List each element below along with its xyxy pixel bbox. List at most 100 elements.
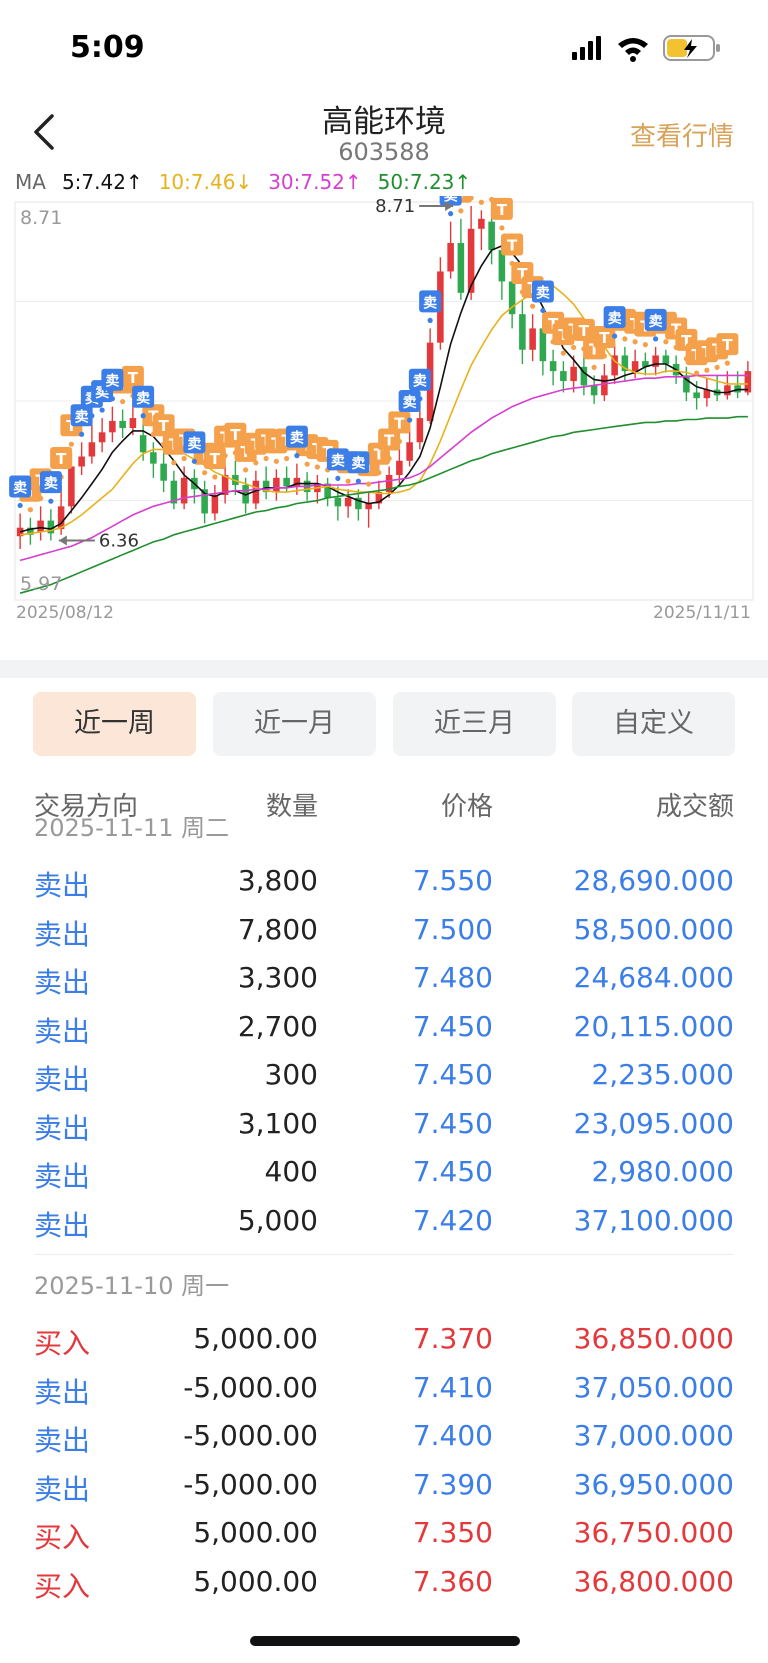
trade-row[interactable]: 卖出 -5,000.00 7.410 37,050.000 (0, 1371, 768, 1419)
candle-body (109, 420, 116, 433)
candle-body (139, 435, 147, 453)
tab-week[interactable]: 近一周 (33, 692, 196, 756)
sell-marker-icon: 卖 (39, 471, 62, 504)
battery-icon (663, 35, 720, 61)
status-bar: 5:09 (0, 0, 768, 90)
trade-amount: 24,684.000 (573, 961, 734, 994)
candle-body (549, 361, 557, 372)
svg-text:卖: 卖 (290, 430, 304, 447)
candle-body (396, 460, 403, 476)
trade-price: 7.450 (412, 1106, 493, 1140)
svg-text:T: T (159, 417, 170, 435)
svg-text:卖: 卖 (331, 452, 345, 469)
x-start-label: 2025/08/12 (16, 603, 114, 623)
tab-month[interactable]: 近一月 (213, 692, 376, 756)
candle-body (365, 503, 372, 510)
candle-body (334, 497, 342, 507)
y-max-label: 8.71 (20, 207, 62, 229)
candle-body (570, 366, 577, 382)
trade-price: 7.500 (412, 912, 493, 946)
candle-body (488, 221, 495, 251)
tab-custom[interactable]: 自定义 (572, 692, 735, 756)
tab-three-months[interactable]: 近三月 (393, 692, 556, 756)
candle-body (467, 228, 475, 293)
trade-qty: 7,800 (237, 912, 318, 946)
trade-row[interactable]: 卖出 2,700 7.450 20,115.000 (0, 1010, 768, 1058)
trade-price: 7.420 (412, 1203, 493, 1237)
sell-marker-icon: 卖 (531, 280, 554, 314)
t-marker-icon: T (716, 333, 739, 366)
trade-row[interactable]: 买入 5,000.00 7.350 36,750.000 (0, 1516, 768, 1564)
trade-price: 7.350 (412, 1516, 493, 1549)
ma-label: MA (15, 170, 46, 194)
candle-body (519, 314, 526, 350)
trade-direction: 买入 (34, 1569, 91, 1603)
svg-text:T: T (497, 201, 508, 219)
trade-row[interactable]: 卖出 3,100 7.450 23,095.000 (0, 1107, 768, 1155)
candle-body (88, 442, 96, 457)
trade-qty: -5,000.00 (183, 1467, 318, 1501)
trade-price: 7.450 (412, 1009, 493, 1043)
kline-chart[interactable]: TTTTTTTTTTTTTTTTTTTTTTTTTTTTTTTTTTTTTTTT… (0, 196, 768, 666)
trade-row[interactable]: 买入 5,000.00 7.370 36,850.000 (0, 1322, 768, 1370)
svg-text:卖: 卖 (351, 455, 365, 472)
trade-row[interactable]: 卖出 3,300 7.480 24,684.000 (0, 961, 768, 1009)
trade-direction: 卖出 (34, 1472, 91, 1506)
trade-direction: 卖出 (34, 1160, 91, 1193)
trade-qty: 2,700 (237, 1009, 318, 1043)
trade-qty: 5,000.00 (193, 1322, 318, 1355)
trade-price: 7.550 (412, 864, 493, 897)
trade-qty: 5,000.00 (193, 1564, 318, 1598)
candle-body (78, 456, 85, 467)
trade-row[interactable]: 卖出 400 7.450 2,980.000 (0, 1155, 768, 1203)
ma5-value: 5:7.42↑ (61, 170, 143, 194)
trade-amount: 20,115.000 (573, 1009, 734, 1043)
section-separator (0, 660, 768, 678)
candle-body (457, 243, 465, 293)
status-icons (572, 35, 720, 62)
high-price-label: 8.71 (375, 196, 415, 217)
candle-body (693, 392, 700, 399)
trade-qty: 400 (264, 1155, 318, 1188)
trade-amount: 2,235.000 (591, 1058, 734, 1091)
trade-amount: 37,000.000 (573, 1419, 734, 1452)
trade-row[interactable]: 卖出 300 7.450 2,235.000 (0, 1058, 768, 1106)
trade-amount: 36,800.000 (573, 1564, 734, 1598)
trade-price: 7.360 (412, 1564, 493, 1598)
group-divider (34, 1254, 734, 1255)
trade-qty: 300 (264, 1058, 318, 1091)
trade-price: 7.410 (412, 1370, 493, 1404)
trade-amount: 36,950.000 (573, 1467, 734, 1501)
candle-body (68, 466, 75, 507)
sell-marker-icon: 卖 (9, 475, 32, 509)
home-indicator[interactable] (250, 1636, 520, 1646)
sell-marker-icon: 卖 (644, 308, 667, 342)
trade-row[interactable]: 买入 5,000.00 7.360 36,800.000 (0, 1565, 768, 1613)
candle-body (590, 385, 598, 396)
trade-row[interactable]: 卖出 7,800 7.500 58,500.000 (0, 913, 768, 961)
trade-price: 7.450 (412, 1155, 493, 1188)
trade-direction: 卖出 (34, 1208, 91, 1242)
candle-body (560, 371, 567, 382)
ma-legend: MA 5:7.42↑ 10:7.46↓ 30:7.52↑ 50:7.23↑ (15, 170, 487, 198)
candle-body (478, 218, 485, 229)
candle-body (119, 420, 126, 429)
trade-row[interactable]: 卖出 -5,000.00 7.390 36,950.000 (0, 1468, 768, 1516)
trade-qty: 5,000 (237, 1203, 318, 1237)
view-quote-link[interactable]: 查看行情 (630, 116, 734, 153)
trade-amount: 37,050.000 (573, 1370, 734, 1404)
trade-qty: 5,000.00 (193, 1516, 318, 1549)
trade-direction: 卖出 (34, 869, 91, 902)
svg-text:卖: 卖 (608, 310, 622, 327)
candle-body (129, 418, 137, 429)
svg-text:卖: 卖 (136, 390, 150, 407)
svg-text:T: T (722, 336, 733, 354)
trade-row[interactable]: 卖出 5,000 7.420 37,100.000 (0, 1204, 768, 1252)
trade-row[interactable]: 卖出 3,800 7.550 28,690.000 (0, 864, 768, 912)
svg-text:T: T (394, 414, 405, 432)
trade-row[interactable]: 卖出 -5,000.00 7.400 37,000.000 (0, 1419, 768, 1467)
trade-amount: 23,095.000 (573, 1106, 734, 1140)
candle-body (416, 418, 424, 443)
candle-body (37, 520, 44, 532)
candle-body (98, 432, 106, 443)
